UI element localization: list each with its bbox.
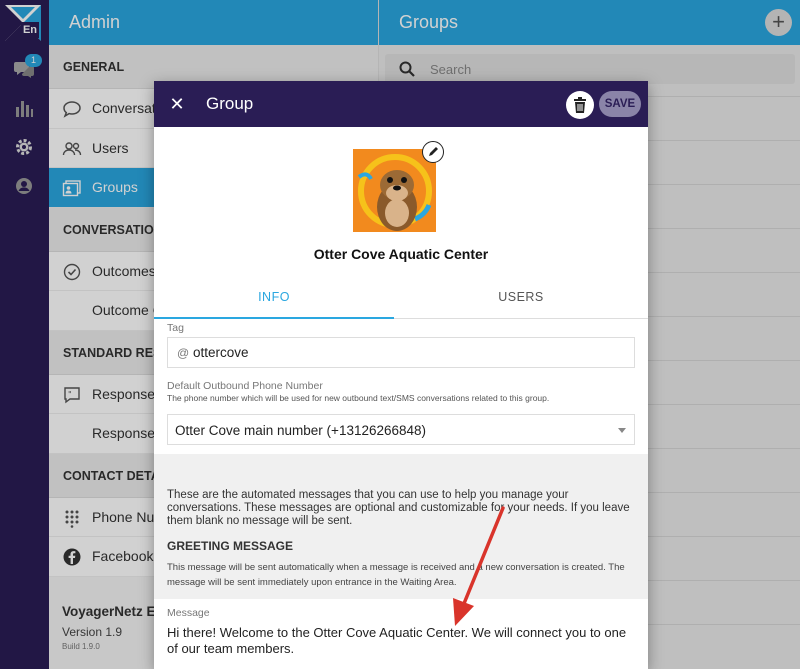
- group-name: Otter Cove Aquatic Center: [313, 246, 489, 262]
- at-prefix: @: [177, 346, 190, 360]
- tag-value: ottercove: [193, 345, 249, 360]
- trash-icon: [574, 97, 586, 113]
- greeting-heading: GREETING MESSAGE: [167, 539, 294, 553]
- edit-avatar-button[interactable]: [422, 141, 444, 163]
- group-avatar[interactable]: [353, 149, 436, 232]
- delete-button[interactable]: [566, 91, 594, 119]
- close-button[interactable]: ✕: [166, 93, 188, 115]
- dialog-header: ✕ Group SAVE: [154, 81, 648, 127]
- phone-value: Otter Cove main number (+13126266848): [175, 423, 427, 438]
- caret-down-icon: [618, 428, 626, 433]
- tab-info[interactable]: INFO: [154, 277, 394, 319]
- dialog-title: Group: [206, 94, 254, 113]
- greeting-description: This message will be sent automatically …: [167, 562, 625, 588]
- otter-logo-icon: [353, 149, 436, 232]
- close-icon: ✕: [169, 94, 185, 114]
- save-button[interactable]: SAVE: [599, 91, 641, 117]
- message-label: Message: [167, 607, 210, 619]
- message-text[interactable]: Hi there! Welcome to the Otter Cove Aqua…: [167, 625, 637, 657]
- dialog-tabs: INFO USERS: [154, 277, 648, 319]
- tab-users[interactable]: USERS: [401, 277, 641, 319]
- pencil-icon: [429, 147, 438, 156]
- automated-messages-intro: These are the automated messages that yo…: [167, 489, 630, 527]
- tag-input[interactable]: @ ottercove: [167, 337, 635, 368]
- phone-select[interactable]: Otter Cove main number (+13126266848): [167, 414, 635, 445]
- greeting-message-field[interactable]: Message Hi there! Welcome to the Otter C…: [154, 599, 648, 669]
- phone-help: The phone number which will be used for …: [167, 393, 550, 403]
- tag-label: Tag: [167, 322, 184, 334]
- form-fields: Tag @ ottercove Default Outbound Phone N…: [154, 320, 648, 454]
- info-form: Tag @ ottercove Default Outbound Phone N…: [154, 320, 648, 669]
- group-dialog: ✕ Group SAVE Otter Cove Aquatic Center I…: [154, 81, 648, 669]
- phone-label: Default Outbound Phone Number: [167, 380, 323, 392]
